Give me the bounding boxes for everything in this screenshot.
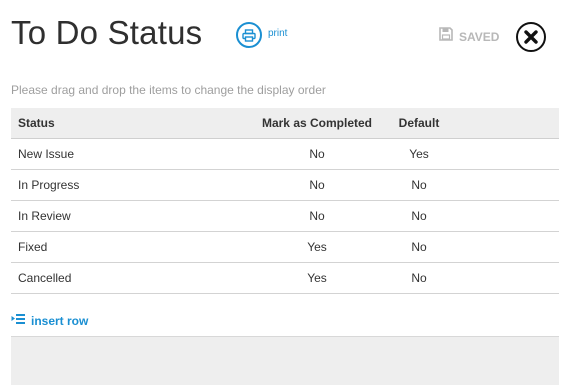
default-cell: No <box>396 200 442 232</box>
mark-completed-cell: No <box>238 169 396 201</box>
table-row[interactable]: In Progress No No <box>11 169 559 201</box>
mark-completed-cell: Yes <box>238 262 396 294</box>
printer-icon[interactable] <box>236 22 262 48</box>
print-label[interactable]: print <box>268 28 287 39</box>
default-cell: Yes <box>396 138 442 170</box>
row-spacer <box>442 262 559 294</box>
column-header-spacer <box>442 108 559 139</box>
row-spacer <box>442 169 559 201</box>
page-title: To Do Status <box>11 14 203 51</box>
mark-completed-cell: No <box>238 200 396 232</box>
status-cell: Fixed <box>11 231 238 263</box>
mark-completed-cell: No <box>238 138 396 170</box>
close-icon[interactable] <box>524 30 538 44</box>
print-button[interactable]: print <box>236 22 287 48</box>
insert-row-label[interactable]: insert row <box>31 314 88 328</box>
drag-drop-instructions: Please drag and drop the items to change… <box>11 83 326 97</box>
row-spacer <box>442 231 559 263</box>
status-cell: In Review <box>11 200 238 232</box>
table-row[interactable]: In Review No No <box>11 200 559 232</box>
table-row[interactable]: Fixed Yes No <box>11 231 559 263</box>
column-header-default: Default <box>396 108 442 139</box>
default-cell: No <box>396 262 442 294</box>
insert-row-button[interactable]: insert row <box>11 313 88 328</box>
column-header-mark-completed: Mark as Completed <box>238 108 396 139</box>
status-table: Status Mark as Completed Default New Iss… <box>11 108 559 294</box>
row-spacer <box>442 138 559 170</box>
row-spacer <box>442 200 559 232</box>
mark-completed-cell: Yes <box>238 231 396 263</box>
column-header-status: Status <box>11 108 238 139</box>
table-row[interactable]: Cancelled Yes No <box>11 262 559 294</box>
status-cell: In Progress <box>11 169 238 201</box>
table-row[interactable]: New Issue No Yes <box>11 138 559 170</box>
insert-row-icon[interactable] <box>11 313 25 328</box>
status-cell: New Issue <box>11 138 238 170</box>
close-button[interactable] <box>516 22 546 52</box>
saved-label: SAVED <box>459 29 500 44</box>
default-cell: No <box>396 169 442 201</box>
floppy-disk-icon <box>439 27 453 46</box>
default-cell: No <box>396 231 442 263</box>
table-header-row: Status Mark as Completed Default <box>11 108 559 139</box>
saved-indicator: SAVED <box>439 27 499 46</box>
status-cell: Cancelled <box>11 262 238 294</box>
footer-bar <box>11 336 559 385</box>
